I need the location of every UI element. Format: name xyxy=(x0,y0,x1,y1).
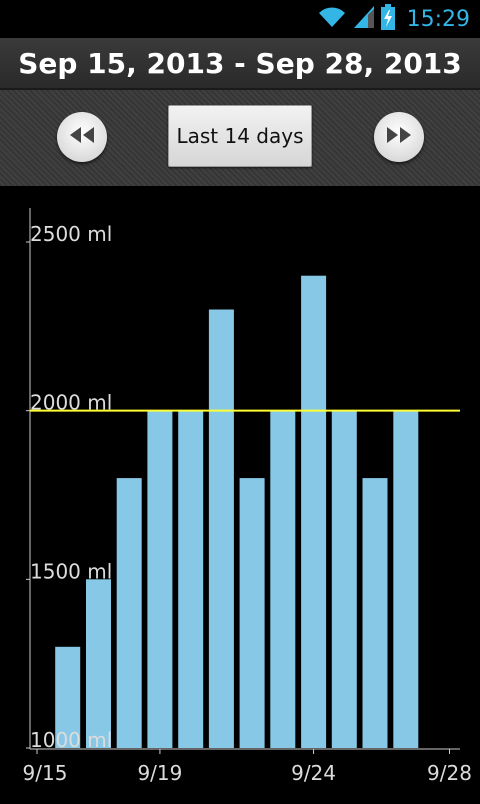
bar-9-20 xyxy=(208,309,234,748)
signal-icon xyxy=(353,5,375,33)
bar-9-25 xyxy=(362,478,388,748)
bar-9-22 xyxy=(270,410,296,748)
bar-9-21 xyxy=(239,478,265,748)
previous-range-button[interactable] xyxy=(57,112,107,162)
range-navigation: Last 14 days xyxy=(0,90,480,186)
y-tick-label: 2500 ml xyxy=(30,222,112,246)
x-tick-label: 9/15 xyxy=(23,761,68,785)
bar-9-24 xyxy=(331,410,357,748)
next-range-button[interactable] xyxy=(374,112,424,162)
bar-9-18 xyxy=(147,410,173,748)
wifi-icon xyxy=(317,5,347,33)
x-tick-label: 9/24 xyxy=(291,761,336,785)
status-clock: 15:29 xyxy=(406,6,470,32)
bar-9-26 xyxy=(393,410,419,748)
status-bar: 15:29 xyxy=(0,0,480,38)
fast-forward-icon xyxy=(385,125,413,149)
rewind-icon xyxy=(68,125,96,149)
battery-charging-icon xyxy=(380,4,395,34)
intake-chart: 1000 ml 1500 ml 2000 ml 2500 ml 9/15 9/19 9/2… xyxy=(0,188,480,800)
intake-bar-chart: 1000 ml1500 ml2000 ml2500 ml 9/15 9/19 9/2… xyxy=(23,208,472,785)
header: Sep 15, 2013 - Sep 28, 2013 xyxy=(0,38,480,91)
bar-series xyxy=(55,275,419,748)
bar-9-16 xyxy=(86,579,111,748)
y-tick-label: 1000 ml xyxy=(30,728,112,752)
x-tick-label: 9/19 xyxy=(137,761,182,785)
bar-9-17 xyxy=(116,478,142,748)
x-axis-labels: 9/15 9/19 9/24 9/28 xyxy=(23,749,472,785)
date-range-title: Sep 15, 2013 - Sep 28, 2013 xyxy=(18,46,462,80)
bar-9-23 xyxy=(301,275,327,748)
range-select-button[interactable]: Last 14 days xyxy=(168,105,312,167)
x-tick-label: 9/28 xyxy=(427,761,472,785)
y-tick-label: 1500 ml xyxy=(30,559,112,583)
status-icons: 15:29 xyxy=(317,4,470,34)
bar-9-19 xyxy=(178,410,204,748)
